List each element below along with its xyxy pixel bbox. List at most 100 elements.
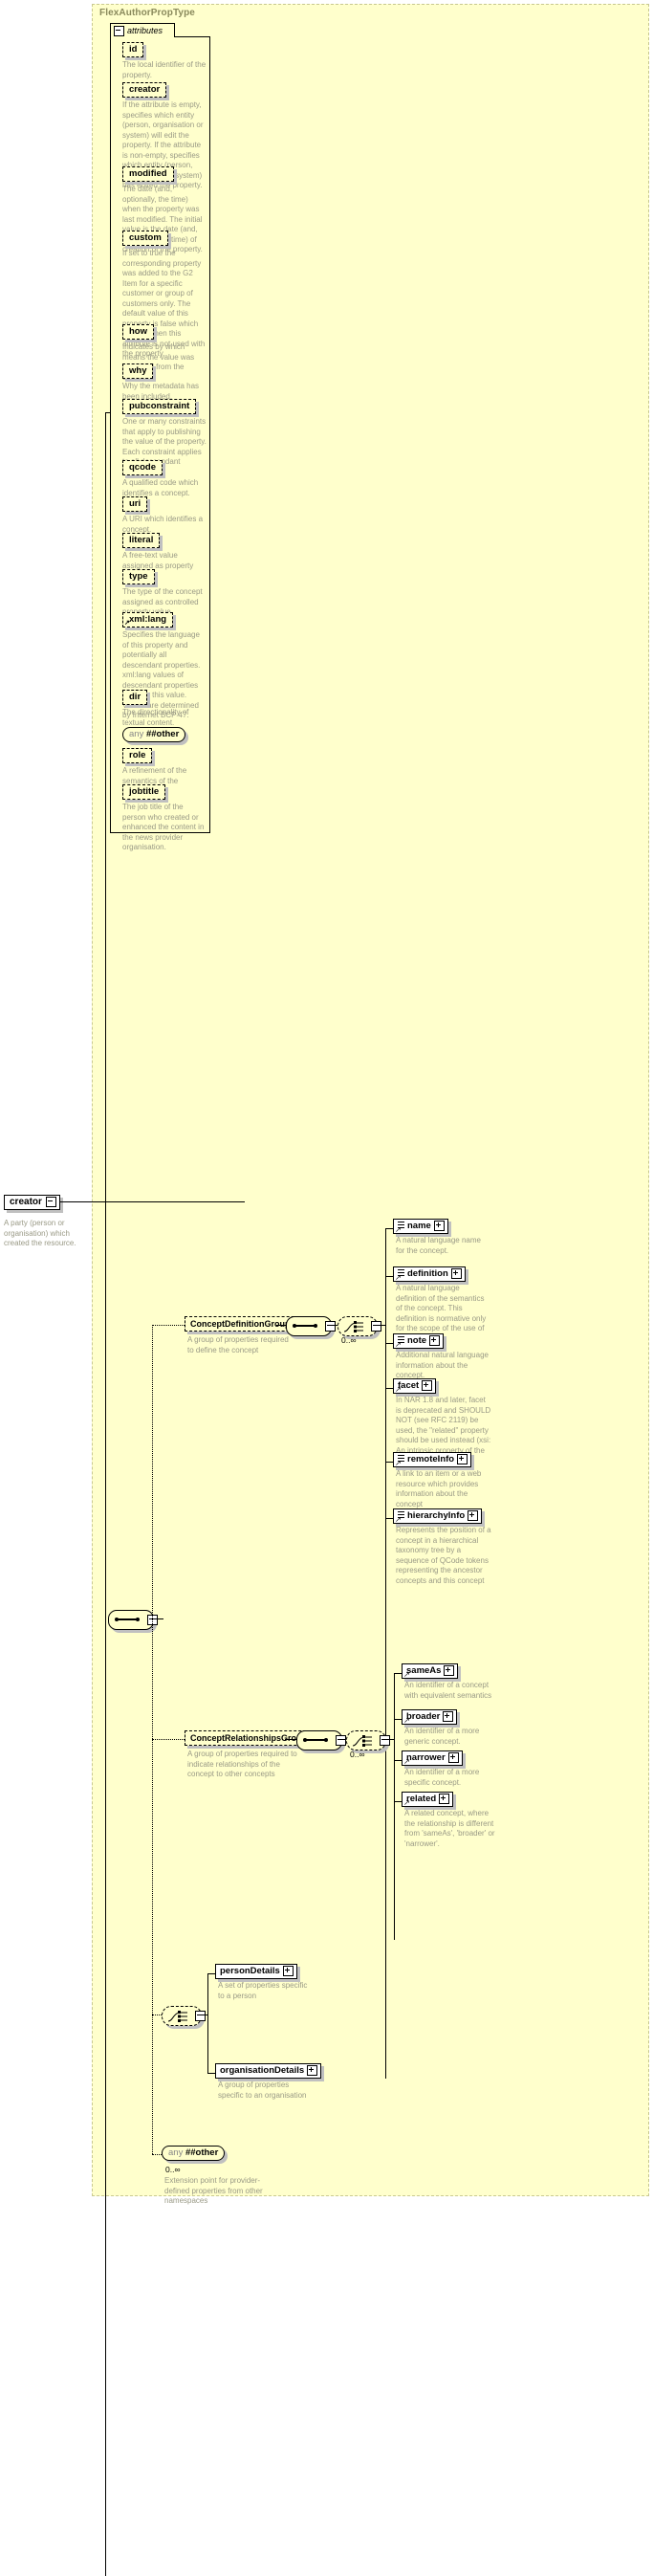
attribute-name[interactable]: creator — [122, 82, 167, 98]
expand-icon[interactable] — [447, 1752, 459, 1763]
expand-icon[interactable] — [439, 1794, 450, 1804]
attribute-name[interactable]: literal — [122, 533, 161, 548]
collapse-icon[interactable] — [336, 1735, 346, 1746]
element-description: Additional natural language information … — [396, 1351, 489, 1379]
collapse-icon[interactable] — [195, 2011, 206, 2021]
element-label: hierarchyInfo — [407, 1510, 466, 1521]
element-name[interactable]: name ↗ — [393, 1219, 448, 1234]
connector-child-hierarchyinfo — [385, 1518, 393, 1519]
attribute-qcode[interactable]: qcode A qualified code which identifies … — [122, 460, 207, 498]
expand-icon[interactable] — [433, 1221, 445, 1231]
element-description: A natural language name for the concept. — [396, 1236, 481, 1255]
attribute-name[interactable]: custom — [122, 231, 168, 246]
connector-grp2-spine-in — [384, 1739, 394, 1740]
element-organisationdetails[interactable]: organisationDetails — [215, 2063, 322, 2079]
expand-icon[interactable] — [422, 1380, 433, 1391]
sequence-connector-group1[interactable] — [286, 1316, 336, 1336]
attribute-name[interactable]: type — [122, 569, 155, 584]
root-element-creator[interactable]: creator — [4, 1195, 60, 1210]
attribute-name[interactable]: uri — [122, 496, 148, 512]
choice-connector-group2[interactable] — [346, 1730, 390, 1750]
sequence-connector-main[interactable] — [108, 1610, 158, 1630]
expand-icon[interactable] — [444, 1665, 455, 1676]
connector-persondetails — [207, 1973, 215, 1974]
element-description: Represents the position of a concept in … — [396, 1526, 491, 1585]
attribute-name[interactable]: ↗ xml:lang — [122, 612, 174, 627]
element-facet[interactable]: facet ↗ — [393, 1378, 437, 1394]
expand-icon[interactable] — [429, 1335, 441, 1346]
reference-arrow-icon: ↗ — [395, 1273, 402, 1282]
attribute-name[interactable]: id — [122, 42, 144, 57]
reference-arrow-icon: ↗ — [403, 1757, 410, 1766]
attribute-name[interactable]: why — [122, 363, 154, 379]
attribute-uri[interactable]: uri A URI which identifies a concept. — [122, 496, 207, 535]
element-label: sameAs — [406, 1665, 442, 1676]
root-element-name: creator — [10, 1197, 42, 1207]
attribute-type[interactable]: type The type of the concept assigned as… — [122, 569, 207, 618]
attribute-id[interactable]: id The local identifier of the property. — [122, 42, 207, 80]
element-narrower[interactable]: narrower ↗ — [402, 1750, 463, 1766]
reference-arrow-icon: ↗ — [403, 1716, 410, 1725]
occurrence-indicator: 0..∞ — [350, 1750, 365, 1759]
element-remoteinfo[interactable]: remoteInfo ↗ — [393, 1452, 472, 1467]
element-description: A set of properties specific to a person — [218, 1981, 308, 2000]
collapse-icon[interactable] — [371, 1321, 381, 1332]
element-related[interactable]: related ↗ — [402, 1792, 454, 1807]
attribute-name-text: xml:lang — [129, 614, 167, 625]
attribute-name[interactable]: how — [122, 324, 154, 340]
occurrence-indicator: 0..∞ — [341, 1335, 357, 1345]
collapse-icon[interactable] — [380, 1735, 390, 1746]
attribute-description: The directionality of textual content. — [122, 708, 189, 727]
element-definition[interactable]: definition ↗ — [393, 1266, 466, 1282]
element-note[interactable]: note ↗ — [393, 1333, 445, 1349]
attribute-name[interactable]: modified — [122, 166, 174, 182]
expand-icon[interactable] — [457, 1454, 468, 1464]
connector-to-conceptdefgroup — [152, 1325, 185, 1326]
choice-connector-details[interactable] — [162, 2006, 206, 2026]
any-label: any — [168, 2147, 184, 2158]
attribute-any-other[interactable]: any ##other — [122, 727, 186, 742]
attribute-name[interactable]: pubconstraint — [122, 399, 197, 414]
connector-child-note — [385, 1343, 393, 1344]
element-label: definition — [407, 1268, 448, 1279]
sequence-connector-group2[interactable] — [296, 1730, 346, 1750]
expand-icon[interactable] — [443, 1711, 454, 1722]
choice-connector-group1[interactable] — [337, 1316, 381, 1336]
attribute-name[interactable]: qcode — [122, 460, 163, 475]
element-broader[interactable]: broader ↗ — [402, 1709, 458, 1725]
group-description: A group of properties required to indica… — [187, 1750, 297, 1778]
expand-icon[interactable] — [282, 1966, 294, 1976]
attribute-jobtitle[interactable]: jobtitle The job title of the person who… — [122, 784, 207, 853]
element-label: related — [406, 1794, 437, 1804]
element-hierarchyinfo[interactable]: hierarchyInfo ↗ — [393, 1508, 483, 1524]
collapse-icon[interactable] — [325, 1321, 336, 1332]
any-wildcard[interactable]: any ##other — [122, 727, 186, 742]
collapse-icon[interactable] — [114, 25, 124, 36]
element-sameas[interactable]: sameAs ↗ — [402, 1663, 459, 1679]
attribute-dir[interactable]: dir The directionality of textual conten… — [122, 690, 207, 728]
connector-child-name — [385, 1228, 393, 1229]
expand-icon[interactable] — [307, 2065, 318, 2076]
element-persondetails[interactable]: personDetails — [215, 1964, 297, 1979]
attribute-name[interactable]: role — [122, 748, 153, 763]
attributes-tab[interactable]: attributes — [110, 23, 175, 37]
attribute-name[interactable]: dir — [122, 690, 148, 705]
any-other-description: Extension point for provider-defined pro… — [164, 2176, 263, 2205]
expand-icon[interactable] — [468, 1510, 479, 1521]
connector-attributes-vertical — [105, 412, 106, 1201]
attribute-name[interactable]: jobtitle — [122, 784, 166, 800]
choice-icon — [352, 1735, 372, 1747]
expand-icon[interactable] — [450, 1268, 462, 1279]
reference-arrow-icon: ↗ — [395, 1385, 402, 1394]
element-label: broader — [406, 1711, 441, 1722]
reference-arrow-icon: ↗ — [395, 1225, 402, 1234]
reference-arrow-icon: ↗ — [395, 1459, 402, 1467]
any-namespace: ##other — [185, 2147, 219, 2158]
choice-icon — [167, 2011, 187, 2022]
complex-type-title: FlexAuthorPropType — [99, 8, 195, 18]
any-other-wildcard[interactable]: any ##other — [162, 2146, 226, 2161]
collapse-icon[interactable] — [45, 1197, 56, 1207]
attribute-description: The job title of the person who created … — [122, 803, 205, 851]
connector-grp1-seq — [276, 1325, 286, 1326]
attribute-why[interactable]: why Why the metadata has been included. — [122, 363, 207, 402]
